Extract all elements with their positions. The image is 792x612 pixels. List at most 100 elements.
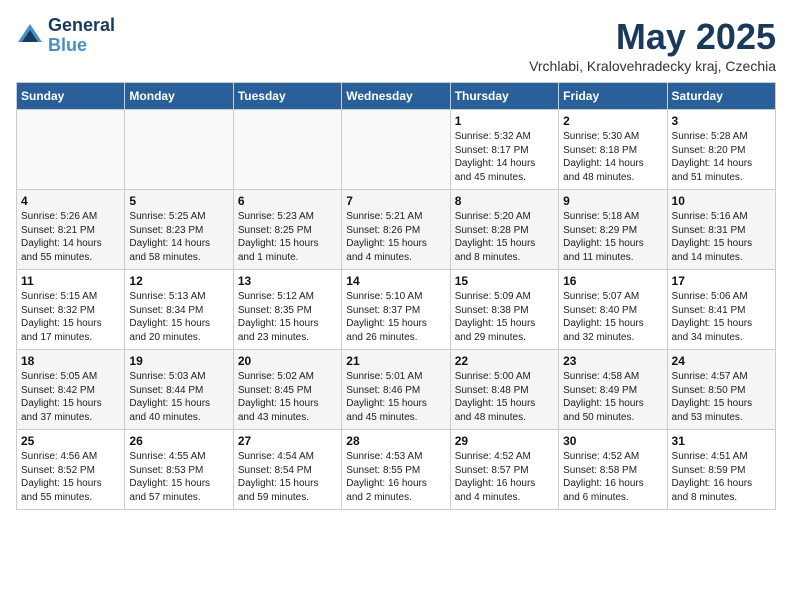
day-info: Sunrise: 4:57 AM Sunset: 8:50 PM Dayligh…	[672, 370, 771, 424]
calendar-header: SundayMondayTuesdayWednesdayThursdayFrid…	[17, 83, 776, 110]
location-subtitle: Vrchlabi, Kralovehradecky kraj, Czechia	[529, 58, 776, 74]
day-info: Sunrise: 4:51 AM Sunset: 8:59 PM Dayligh…	[672, 450, 771, 504]
calendar-week-2: 4 Sunrise: 5:26 AM Sunset: 8:21 PM Daylig…	[17, 190, 776, 270]
day-number: 22	[455, 354, 554, 368]
calendar-cell	[233, 110, 341, 190]
day-number: 21	[346, 354, 445, 368]
calendar-cell: 10 Sunrise: 5:16 AM Sunset: 8:31 PM Dayli…	[667, 190, 775, 270]
calendar-cell: 20 Sunrise: 5:02 AM Sunset: 8:45 PM Dayli…	[233, 350, 341, 430]
calendar-cell: 2 Sunrise: 5:30 AM Sunset: 8:18 PM Daylig…	[559, 110, 667, 190]
day-number: 29	[455, 434, 554, 448]
day-number: 30	[563, 434, 662, 448]
calendar-cell: 5 Sunrise: 5:25 AM Sunset: 8:23 PM Daylig…	[125, 190, 233, 270]
day-info: Sunrise: 5:30 AM Sunset: 8:18 PM Dayligh…	[563, 130, 662, 184]
day-number: 20	[238, 354, 337, 368]
calendar-cell: 13 Sunrise: 5:12 AM Sunset: 8:35 PM Dayli…	[233, 270, 341, 350]
calendar-cell: 14 Sunrise: 5:10 AM Sunset: 8:37 PM Dayli…	[342, 270, 450, 350]
calendar-cell: 18 Sunrise: 5:05 AM Sunset: 8:42 PM Dayli…	[17, 350, 125, 430]
calendar-cell: 1Sunrise: 5:32 AM Sunset: 8:17 PM Daylig…	[450, 110, 558, 190]
calendar-week-3: 11 Sunrise: 5:15 AM Sunset: 8:32 PM Dayli…	[17, 270, 776, 350]
day-info: Sunrise: 5:03 AM Sunset: 8:44 PM Dayligh…	[129, 370, 228, 424]
day-info: Sunrise: 4:53 AM Sunset: 8:55 PM Dayligh…	[346, 450, 445, 504]
day-number: 16	[563, 274, 662, 288]
calendar-cell: 27Sunrise: 4:54 AM Sunset: 8:54 PM Dayli…	[233, 430, 341, 510]
header-cell-saturday: Saturday	[667, 83, 775, 110]
day-info: Sunrise: 5:16 AM Sunset: 8:31 PM Dayligh…	[672, 210, 771, 264]
calendar-cell: 22 Sunrise: 5:00 AM Sunset: 8:48 PM Dayli…	[450, 350, 558, 430]
day-info: Sunrise: 4:54 AM Sunset: 8:54 PM Dayligh…	[238, 450, 337, 504]
day-number: 10	[672, 194, 771, 208]
day-info: Sunrise: 5:05 AM Sunset: 8:42 PM Dayligh…	[21, 370, 120, 424]
header-cell-tuesday: Tuesday	[233, 83, 341, 110]
day-number: 2	[563, 114, 662, 128]
day-info: Sunrise: 5:01 AM Sunset: 8:46 PM Dayligh…	[346, 370, 445, 424]
day-info: Sunrise: 4:55 AM Sunset: 8:53 PM Dayligh…	[129, 450, 228, 504]
calendar-cell: 29Sunrise: 4:52 AM Sunset: 8:57 PM Dayli…	[450, 430, 558, 510]
calendar-cell	[342, 110, 450, 190]
calendar-cell: 12Sunrise: 5:13 AM Sunset: 8:34 PM Dayli…	[125, 270, 233, 350]
header-cell-monday: Monday	[125, 83, 233, 110]
calendar-cell: 6Sunrise: 5:23 AM Sunset: 8:25 PM Daylig…	[233, 190, 341, 270]
calendar-cell: 7Sunrise: 5:21 AM Sunset: 8:26 PM Daylig…	[342, 190, 450, 270]
calendar-cell	[125, 110, 233, 190]
day-info: Sunrise: 5:02 AM Sunset: 8:45 PM Dayligh…	[238, 370, 337, 424]
day-number: 5	[129, 194, 228, 208]
calendar-table: SundayMondayTuesdayWednesdayThursdayFrid…	[16, 82, 776, 510]
calendar-cell: 25 Sunrise: 4:56 AM Sunset: 8:52 PM Dayli…	[17, 430, 125, 510]
day-number: 14	[346, 274, 445, 288]
logo-text: General Blue	[48, 16, 115, 56]
header-cell-wednesday: Wednesday	[342, 83, 450, 110]
day-number: 26	[129, 434, 228, 448]
day-number: 31	[672, 434, 771, 448]
calendar-cell: 16 Sunrise: 5:07 AM Sunset: 8:40 PM Dayli…	[559, 270, 667, 350]
month-title: May 2025	[529, 16, 776, 58]
day-info: Sunrise: 4:52 AM Sunset: 8:58 PM Dayligh…	[563, 450, 662, 504]
day-info: Sunrise: 5:09 AM Sunset: 8:38 PM Dayligh…	[455, 290, 554, 344]
day-info: Sunrise: 4:56 AM Sunset: 8:52 PM Dayligh…	[21, 450, 120, 504]
day-number: 3	[672, 114, 771, 128]
header-cell-sunday: Sunday	[17, 83, 125, 110]
calendar-week-5: 25 Sunrise: 4:56 AM Sunset: 8:52 PM Dayli…	[17, 430, 776, 510]
calendar-cell: 4 Sunrise: 5:26 AM Sunset: 8:21 PM Daylig…	[17, 190, 125, 270]
day-number: 25	[21, 434, 120, 448]
calendar-cell	[17, 110, 125, 190]
day-info: Sunrise: 4:58 AM Sunset: 8:49 PM Dayligh…	[563, 370, 662, 424]
day-info: Sunrise: 5:15 AM Sunset: 8:32 PM Dayligh…	[21, 290, 120, 344]
calendar-cell: 24Sunrise: 4:57 AM Sunset: 8:50 PM Dayli…	[667, 350, 775, 430]
day-info: Sunrise: 5:32 AM Sunset: 8:17 PM Dayligh…	[455, 130, 554, 184]
day-info: Sunrise: 5:20 AM Sunset: 8:28 PM Dayligh…	[455, 210, 554, 264]
day-info: Sunrise: 5:25 AM Sunset: 8:23 PM Dayligh…	[129, 210, 228, 264]
day-number: 15	[455, 274, 554, 288]
calendar-cell: 8Sunrise: 5:20 AM Sunset: 8:28 PM Daylig…	[450, 190, 558, 270]
calendar-cell: 21 Sunrise: 5:01 AM Sunset: 8:46 PM Dayli…	[342, 350, 450, 430]
calendar-cell: 3 Sunrise: 5:28 AM Sunset: 8:20 PM Daylig…	[667, 110, 775, 190]
calendar-cell: 31 Sunrise: 4:51 AM Sunset: 8:59 PM Dayli…	[667, 430, 775, 510]
day-info: Sunrise: 5:06 AM Sunset: 8:41 PM Dayligh…	[672, 290, 771, 344]
day-info: Sunrise: 5:12 AM Sunset: 8:35 PM Dayligh…	[238, 290, 337, 344]
calendar-cell: 15 Sunrise: 5:09 AM Sunset: 8:38 PM Dayli…	[450, 270, 558, 350]
day-number: 17	[672, 274, 771, 288]
title-block: May 2025 Vrchlabi, Kralovehradecky kraj,…	[529, 16, 776, 74]
page-header: General Blue May 2025 Vrchlabi, Kraloveh…	[16, 16, 776, 74]
day-number: 23	[563, 354, 662, 368]
calendar-cell: 23 Sunrise: 4:58 AM Sunset: 8:49 PM Dayli…	[559, 350, 667, 430]
day-info: Sunrise: 5:00 AM Sunset: 8:48 PM Dayligh…	[455, 370, 554, 424]
day-number: 4	[21, 194, 120, 208]
day-number: 11	[21, 274, 120, 288]
header-cell-friday: Friday	[559, 83, 667, 110]
calendar-cell: 9 Sunrise: 5:18 AM Sunset: 8:29 PM Daylig…	[559, 190, 667, 270]
calendar-cell: 11 Sunrise: 5:15 AM Sunset: 8:32 PM Dayli…	[17, 270, 125, 350]
day-number: 12	[129, 274, 228, 288]
logo-icon	[16, 22, 44, 50]
header-cell-thursday: Thursday	[450, 83, 558, 110]
day-number: 18	[21, 354, 120, 368]
day-number: 13	[238, 274, 337, 288]
day-info: Sunrise: 5:26 AM Sunset: 8:21 PM Dayligh…	[21, 210, 120, 264]
day-info: Sunrise: 5:21 AM Sunset: 8:26 PM Dayligh…	[346, 210, 445, 264]
day-info: Sunrise: 5:07 AM Sunset: 8:40 PM Dayligh…	[563, 290, 662, 344]
day-info: Sunrise: 5:10 AM Sunset: 8:37 PM Dayligh…	[346, 290, 445, 344]
day-number: 19	[129, 354, 228, 368]
day-number: 9	[563, 194, 662, 208]
day-info: Sunrise: 5:18 AM Sunset: 8:29 PM Dayligh…	[563, 210, 662, 264]
day-info: Sunrise: 5:28 AM Sunset: 8:20 PM Dayligh…	[672, 130, 771, 184]
